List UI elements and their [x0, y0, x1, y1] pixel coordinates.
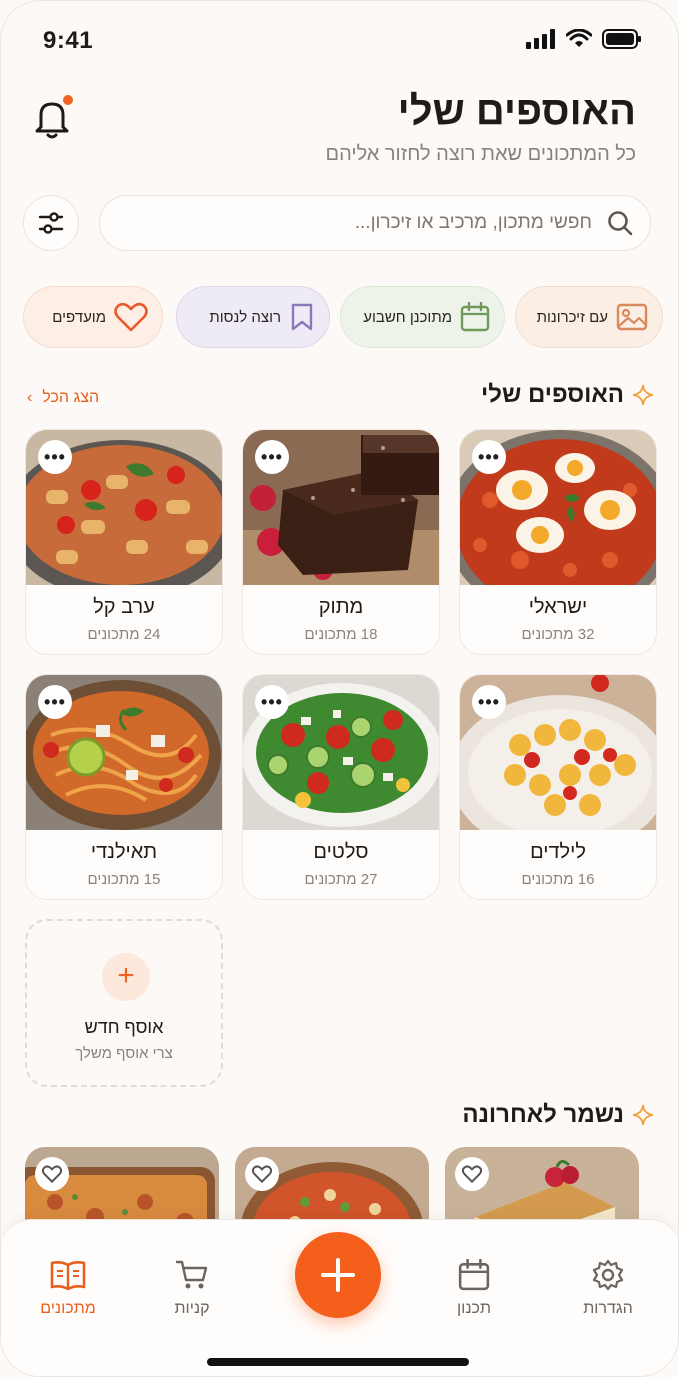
more-options-button[interactable]: ••• — [38, 440, 72, 474]
nav-shopping[interactable]: קניות — [147, 1256, 237, 1318]
nav-label: הגדרות — [583, 1300, 633, 1317]
nav-planning[interactable]: תכנון — [429, 1256, 519, 1318]
section-title-text: האוספים שלי — [480, 381, 624, 408]
collection-name: סלטים — [313, 841, 369, 863]
collection-count: 24 מתכונים — [87, 626, 161, 643]
favorite-button[interactable] — [35, 1157, 69, 1191]
recent-section-title: נשמר לאחרונה — [462, 1101, 654, 1129]
filter-button[interactable] — [23, 195, 79, 251]
collection-name: ישראלי — [528, 596, 588, 618]
new-collection-card[interactable]: + אוסף חדש צרי אוסף משלך — [25, 919, 223, 1087]
collection-name: תאילנדי — [90, 841, 158, 863]
plus-icon: + — [102, 953, 150, 1001]
more-options-button[interactable]: ••• — [472, 685, 506, 719]
favorite-button[interactable] — [245, 1157, 279, 1191]
phone-screen: 9:41 האוספים שלי כל המתכונים שאת רוצה לח… — [0, 0, 679, 1377]
nav-recipes[interactable]: מתכונים — [23, 1256, 113, 1318]
heart-icon — [42, 1165, 62, 1183]
new-collection-title: אוסף חדש — [84, 1017, 164, 1037]
page-title: האוספים שלי — [397, 89, 636, 133]
collection-card[interactable]: ••• ערב קל 24 מתכונים — [25, 429, 223, 655]
status-bar: 9:41 — [43, 23, 642, 55]
plus-icon — [321, 1258, 355, 1292]
notification-dot — [63, 95, 73, 105]
collection-count: 32 מתכונים — [521, 626, 595, 643]
battery-icon — [602, 29, 641, 49]
more-options-button[interactable]: ••• — [255, 440, 289, 474]
collection-card[interactable]: ••• מתוק 18 מתכונים — [242, 429, 440, 655]
calendar-icon — [458, 1259, 490, 1291]
sparkle-icon — [632, 1104, 654, 1126]
page-subtitle: כל המתכונים שאת רוצה לחזור אליהם — [325, 143, 636, 165]
chevron-left-icon: ‹ — [27, 389, 33, 406]
collection-name: לילדים — [530, 841, 586, 863]
collection-name: מתוק — [318, 596, 364, 618]
book-icon — [50, 1261, 86, 1291]
search-input[interactable]: חפשי מתכון, מרכיב או זיכרון... — [99, 195, 651, 251]
add-recipe-button[interactable] — [295, 1232, 381, 1318]
image-icon — [616, 303, 648, 331]
collection-count: 15 מתכונים — [87, 871, 161, 888]
collection-card[interactable]: ••• תאילנדי 15 מתכונים — [25, 674, 223, 900]
chip-label: מתוכנן חשבוע — [363, 308, 452, 326]
collection-count: 27 מתכונים — [304, 871, 378, 888]
calendar-icon — [460, 302, 490, 332]
filter-chips: עם זיכרונות מתוכנן חשבוע רוצה לנסות מועד… — [23, 286, 663, 348]
more-options-button[interactable]: ••• — [472, 440, 506, 474]
see-all-link[interactable]: ‹ הצג הכל — [27, 389, 99, 407]
chip-favorites[interactable]: מועדפים — [23, 286, 163, 348]
notifications-button[interactable] — [33, 95, 73, 139]
search-placeholder: חפשי מתכון, מרכיב או זיכרון... — [354, 212, 592, 233]
section-title-text: נשמר לאחרונה — [462, 1101, 624, 1128]
bookmark-icon — [291, 303, 313, 331]
see-all-label: הצג הכל — [42, 389, 100, 406]
collection-card[interactable]: ••• סלטים 27 מתכונים — [242, 674, 440, 900]
nav-label: קניות — [174, 1300, 210, 1317]
heart-icon — [462, 1165, 482, 1183]
signal-icon — [526, 29, 555, 49]
heart-icon — [252, 1165, 272, 1183]
favorite-button[interactable] — [455, 1157, 489, 1191]
chip-want-to-try[interactable]: רוצה לנסות — [176, 286, 330, 348]
chip-label: עם זיכרונות — [536, 308, 608, 326]
wifi-icon — [566, 29, 592, 47]
more-options-button[interactable]: ••• — [255, 685, 289, 719]
gear-icon — [592, 1259, 624, 1291]
status-time: 9:41 — [43, 27, 94, 54]
nav-label: מתכונים — [40, 1300, 96, 1317]
cart-icon — [175, 1260, 208, 1289]
sliders-icon — [38, 212, 64, 234]
bottom-navigation: הגדרות תכנון קניות מתכונים — [1, 1219, 678, 1376]
more-options-button[interactable]: ••• — [38, 685, 72, 719]
collection-count: 18 מתכונים — [304, 626, 378, 643]
collection-card[interactable]: ••• ישראלי 32 מתכונים — [459, 429, 657, 655]
status-icons — [526, 29, 642, 49]
chip-label: מועדפים — [52, 308, 106, 326]
search-icon — [608, 211, 633, 236]
chip-memories[interactable]: עם זיכרונות — [515, 286, 663, 348]
new-collection-subtitle: צרי אוסף משלך — [75, 1045, 173, 1062]
sparkle-icon — [632, 384, 654, 406]
home-indicator — [207, 1358, 469, 1366]
nav-label: תכנון — [457, 1300, 491, 1317]
chip-label: רוצה לנסות — [209, 308, 281, 326]
collection-count: 16 מתכונים — [521, 871, 595, 888]
collections-section-title: האוספים שלי — [481, 381, 654, 409]
collection-name: ערב קל — [93, 596, 155, 618]
nav-settings[interactable]: הגדרות — [563, 1256, 653, 1318]
heart-icon — [114, 302, 148, 332]
chip-planned-week[interactable]: מתוכנן חשבוע — [340, 286, 505, 348]
collection-card[interactable]: ••• לילדים 16 מתכונים — [459, 674, 657, 900]
